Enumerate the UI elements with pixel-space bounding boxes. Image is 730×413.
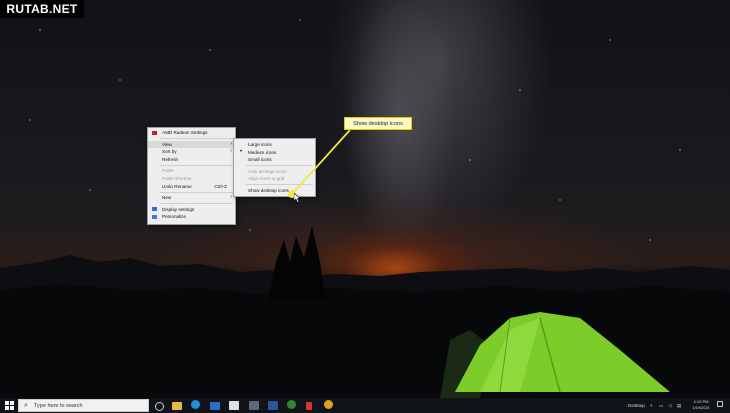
- menu-separator: [160, 138, 233, 140]
- desktop-context-menu: AMD Radeon Settings View › Sort by › Ref…: [147, 127, 236, 225]
- menu-item-amd-radeon-settings[interactable]: AMD Radeon Settings: [148, 129, 235, 137]
- file-explorer-icon[interactable]: [172, 402, 182, 410]
- menu-item-paste-shortcut[interactable]: Paste shortcut: [148, 175, 235, 183]
- chevron-right-icon: ›: [230, 140, 232, 147]
- desktop-wallpaper[interactable]: [0, 0, 730, 398]
- clock-date: 1/19/2021: [692, 405, 710, 410]
- menu-item-display-settings[interactable]: Display settings: [148, 206, 235, 214]
- tray-desktop-label[interactable]: Desktop: [628, 398, 645, 413]
- display-settings-icon: [152, 207, 157, 212]
- volume-icon[interactable]: ◁: [668, 398, 672, 413]
- system-clock[interactable]: 4:10 PM 1/19/2021: [686, 399, 716, 411]
- menu-item-undo-rename[interactable]: Undo Rename Ctrl+Z: [148, 183, 235, 191]
- callout-label: Show desktop icons: [344, 117, 412, 130]
- menu-separator: [160, 191, 233, 193]
- shortcut-label: Ctrl+Z: [214, 183, 227, 189]
- chrome-icon[interactable]: [324, 400, 333, 409]
- edge-icon[interactable]: [191, 400, 200, 409]
- xbox-icon[interactable]: [287, 400, 296, 409]
- submenu-item-align-icons-to-grid[interactable]: Align icons to grid: [234, 175, 315, 183]
- submenu-item-medium-icons[interactable]: • Medium icons: [234, 149, 315, 157]
- taskbar: ⌕ Type here to search Desktop ˄ ▭ ◁ ▤ 4:…: [0, 398, 730, 413]
- menu-item-personalize[interactable]: Personalize: [148, 213, 235, 221]
- search-placeholder: Type here to search: [34, 403, 83, 409]
- taskbar-search-box[interactable]: ⌕ Type here to search: [18, 399, 149, 412]
- chevron-up-icon[interactable]: ˄: [650, 398, 653, 413]
- menu-separator: [246, 165, 313, 167]
- mail-icon[interactable]: [210, 402, 220, 410]
- menu-separator: [160, 203, 233, 205]
- selected-bullet-icon: •: [240, 148, 243, 155]
- keyboard-icon[interactable]: ▤: [677, 398, 681, 413]
- submenu-item-show-desktop-icons[interactable]: Show desktop icons: [234, 187, 315, 195]
- search-icon: ⌕: [24, 402, 28, 409]
- menu-item-refresh[interactable]: Refresh: [148, 156, 235, 164]
- mountain-silhouette: [0, 226, 730, 398]
- notification-icon[interactable]: [717, 401, 723, 407]
- task-view-icon[interactable]: [155, 402, 164, 411]
- submenu-item-auto-arrange-icons[interactable]: Auto arrange icons: [234, 168, 315, 176]
- windows-start-icon[interactable]: [4, 400, 15, 411]
- watermark-logo: RUTAB.NET: [0, 0, 84, 18]
- submenu-item-small-icons[interactable]: Small icons: [234, 156, 315, 164]
- view-submenu: Large icons • Medium icons Small icons A…: [233, 138, 316, 197]
- menu-item-paste[interactable]: Paste: [148, 167, 235, 175]
- snip-icon[interactable]: [306, 402, 312, 410]
- network-icon[interactable]: ▭: [659, 398, 663, 413]
- calculator-icon[interactable]: [249, 401, 259, 410]
- menu-separator: [160, 164, 233, 166]
- chevron-right-icon: ›: [230, 194, 232, 201]
- word-icon[interactable]: [268, 401, 278, 410]
- store-icon[interactable]: [229, 401, 239, 410]
- submenu-item-large-icons[interactable]: Large icons: [234, 141, 315, 149]
- menu-item-sort-by[interactable]: Sort by ›: [148, 148, 235, 156]
- personalize-icon: [152, 214, 157, 219]
- menu-separator: [246, 184, 313, 186]
- menu-item-new[interactable]: New ›: [148, 194, 235, 202]
- chevron-right-icon: ›: [230, 148, 232, 155]
- mouse-cursor-icon: [294, 193, 301, 203]
- amd-radeon-icon: [152, 130, 157, 135]
- menu-item-view[interactable]: View ›: [148, 140, 235, 149]
